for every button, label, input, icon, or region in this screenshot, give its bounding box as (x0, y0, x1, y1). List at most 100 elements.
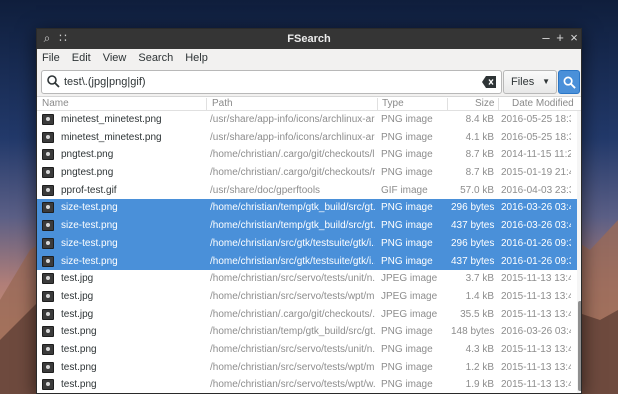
column-header: Name Path Type Size Date Modified (37, 97, 581, 111)
cell-name: pngtest.png (61, 149, 114, 161)
close-icon[interactable]: × (567, 30, 581, 45)
menu-help[interactable]: Help (185, 52, 208, 64)
image-file-icon (42, 167, 54, 179)
minimize-icon[interactable]: – (539, 30, 553, 45)
cell-path: /home/christian/src/gtk/testsuite/gtk/i.… (210, 255, 375, 267)
cell-size: 35.5 kB (460, 308, 494, 320)
clear-icon[interactable] (482, 76, 496, 88)
cell-name: size-test.png (61, 237, 118, 249)
cell-date: 2016-03-26 03:46 (501, 202, 571, 214)
cell-type: PNG image (381, 343, 433, 355)
cell-size: 4.3 kB (465, 343, 494, 355)
cell-name: minetest_minetest.png (61, 131, 162, 143)
cell-date: 2016-05-25 18:31 (501, 114, 571, 125)
result-row[interactable]: test.png/home/christian/temp/gtk_build/s… (37, 323, 577, 341)
vertical-scrollbar[interactable] (577, 111, 581, 393)
cell-size: 1.4 kB (465, 290, 494, 302)
cell-date: 2015-11-13 13:48 (501, 343, 571, 355)
image-file-icon (42, 273, 54, 285)
result-row[interactable]: test.png/home/christian/src/servo/tests/… (37, 376, 577, 393)
result-row[interactable]: minetest_minetest.png/usr/share/app-info… (37, 111, 577, 129)
cell-size: 437 bytes (451, 220, 494, 232)
window-title: FSearch (287, 33, 331, 45)
image-file-icon (42, 114, 54, 125)
cell-date: 2015-11-13 13:48 (501, 308, 571, 320)
image-file-icon (42, 255, 54, 267)
cell-size: 8.7 kB (465, 149, 494, 161)
result-row[interactable]: test.png/home/christian/src/servo/tests/… (37, 359, 577, 377)
cell-name: test.png (61, 326, 97, 338)
results-list: minetest_minetest.png/usr/share/app-info… (37, 111, 577, 393)
cell-path: /home/christian/.cargo/git/checkouts/r..… (210, 167, 375, 179)
menu-edit[interactable]: Edit (72, 52, 91, 64)
result-row[interactable]: pprof-test.gif/usr/share/doc/gperftools G… (37, 182, 577, 200)
search-button[interactable] (558, 70, 580, 94)
cell-type: PNG image (381, 237, 433, 249)
cell-name: test.png (61, 361, 97, 373)
search-icon (47, 75, 60, 88)
cell-date: 2016-04-03 23:38 (501, 184, 571, 196)
result-row[interactable]: test.png/home/christian/src/servo/tests/… (37, 341, 577, 359)
cell-size: 296 bytes (451, 202, 494, 214)
column-name[interactable]: Name (42, 98, 69, 109)
cell-date: 2016-03-26 03:46 (501, 220, 571, 232)
cell-name: test.jpg (61, 273, 94, 285)
cell-name: test.png (61, 379, 97, 391)
result-row[interactable]: size-test.png/home/christian/src/gtk/tes… (37, 252, 577, 271)
column-type[interactable]: Type (382, 98, 404, 109)
result-row[interactable]: pngtest.png/home/christian/.cargo/git/ch… (37, 164, 577, 182)
image-file-icon (42, 131, 54, 143)
search-toolbar: test\.(jpg|png|gif) Files ▼ (37, 67, 581, 97)
cell-path: /home/christian/src/servo/tests/wpt/m... (210, 290, 375, 302)
filter-dropdown[interactable]: Files ▼ (503, 70, 557, 94)
image-file-icon (42, 149, 54, 161)
column-divider[interactable] (206, 98, 207, 110)
cell-date: 2015-11-13 13:48 (501, 379, 571, 391)
cell-size: 57.0 kB (460, 184, 494, 196)
column-size[interactable]: Size (475, 98, 494, 109)
image-file-icon (42, 326, 54, 338)
search-input[interactable]: test\.(jpg|png|gif) (41, 70, 502, 94)
cell-path: /home/christian/temp/gtk_build/src/gt... (210, 220, 375, 232)
cell-type: JPEG image (381, 308, 438, 320)
column-divider[interactable] (377, 98, 378, 110)
menu-bar: File Edit View Search Help (37, 49, 581, 67)
cell-name: pngtest.png (61, 167, 114, 179)
result-row[interactable]: minetest_minetest.png/usr/share/app-info… (37, 129, 577, 147)
cell-date: 2014-11-15 11:27 (501, 149, 571, 161)
result-row[interactable]: test.jpg/home/christian/src/servo/tests/… (37, 288, 577, 306)
cell-date: 2015-11-13 13:48 (501, 290, 571, 302)
cell-type: PNG image (381, 167, 433, 179)
cell-size: 3.7 kB (465, 273, 494, 285)
result-row[interactable]: pngtest.png/home/christian/.cargo/git/ch… (37, 146, 577, 164)
result-row[interactable]: test.jpg/home/christian/.cargo/git/check… (37, 306, 577, 324)
cell-name: size-test.png (61, 220, 118, 232)
menu-search[interactable]: Search (138, 52, 173, 64)
title-bar[interactable]: ⌕ ∷ FSearch – + × (37, 29, 581, 49)
menu-view[interactable]: View (103, 52, 127, 64)
column-date[interactable]: Date Modified (512, 98, 574, 109)
cell-type: PNG image (381, 202, 433, 214)
menu-file[interactable]: File (42, 52, 60, 64)
maximize-icon[interactable]: + (553, 30, 567, 45)
cell-path: /usr/share/app-info/icons/archlinux-arc.… (210, 114, 375, 125)
cell-path: /home/christian/src/gtk/testsuite/gtk/i.… (210, 237, 375, 249)
cell-date: 2015-11-13 13:48 (501, 361, 571, 373)
column-path[interactable]: Path (212, 98, 233, 109)
cell-path: /home/christian/src/servo/tests/wpt/w... (210, 379, 375, 391)
result-row[interactable]: size-test.png/home/christian/src/gtk/tes… (37, 234, 577, 253)
result-row[interactable]: size-test.png/home/christian/temp/gtk_bu… (37, 217, 577, 235)
cell-path: /home/christian/src/servo/tests/wpt/m... (210, 361, 375, 373)
column-divider[interactable] (498, 98, 499, 110)
scrollbar-thumb[interactable] (578, 301, 581, 391)
cell-type: PNG image (381, 379, 433, 391)
result-row[interactable]: test.jpg/home/christian/src/servo/tests/… (37, 270, 577, 288)
image-file-icon (42, 308, 54, 320)
cell-date: 2016-05-25 18:31 (501, 131, 571, 143)
cell-type: JPEG image (381, 290, 438, 302)
cell-name: minetest_minetest.png (61, 114, 162, 125)
image-file-icon (42, 220, 54, 232)
column-divider[interactable] (447, 98, 448, 110)
cell-name: size-test.png (61, 255, 118, 267)
result-row[interactable]: size-test.png/home/christian/temp/gtk_bu… (37, 199, 577, 218)
